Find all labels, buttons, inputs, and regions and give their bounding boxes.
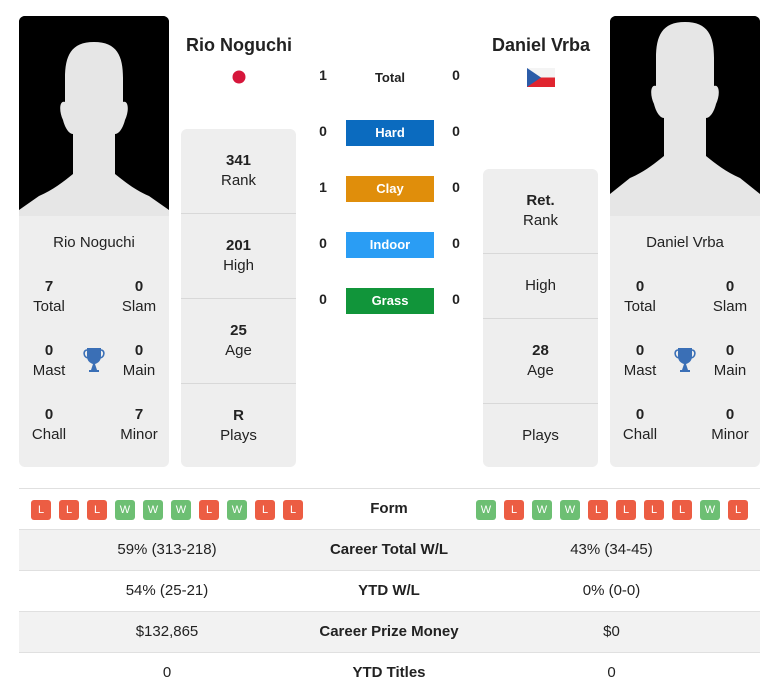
comparison-row-ytd-titles: 0 YTD Titles 0 [19, 652, 760, 693]
form-loss-badge[interactable]: L [588, 500, 608, 520]
player2-titles-total: 0 Total [624, 278, 656, 315]
form-loss-badge[interactable]: L [59, 500, 79, 520]
form-win-badge[interactable]: W [532, 500, 552, 520]
p1-prize-money: $132,865 [135, 623, 199, 640]
p2-prize-money: $0 [603, 623, 620, 640]
h2h-grass-p2: 0 [452, 291, 460, 307]
player1-titles-chall: 0 Chall [31, 406, 67, 443]
silhouette-icon [610, 16, 760, 216]
player2-form: WLWWLLLLWL [476, 500, 756, 520]
surface-clay-badge[interactable]: Clay [346, 176, 434, 202]
player1-titles-main: 0 Main [122, 342, 156, 379]
p1-ytd-wl: 54% (25-21) [125, 582, 209, 599]
form-row: LLLWWWLWLL Form WLWWLLLLWL [19, 488, 760, 529]
form-win-badge[interactable]: W [227, 500, 247, 520]
player1-stats: 341 Rank 201 High 25 Age R Plays [181, 129, 296, 467]
form-win-badge[interactable]: W [115, 500, 135, 520]
h2h-indoor-p1: 0 [319, 235, 327, 251]
player2-photo [610, 16, 760, 216]
form-loss-badge[interactable]: L [255, 500, 275, 520]
h2h-clay-p1: 1 [319, 179, 327, 195]
player2-titles-chall: 0 Chall [622, 406, 658, 443]
form-loss-badge[interactable]: L [644, 500, 664, 520]
p1-ytd-titles: 0 [162, 664, 172, 681]
player1-name[interactable]: Rio Noguchi [176, 35, 302, 56]
player1-titles-total: 7 Total [33, 278, 65, 315]
h2h-total-p2: 0 [452, 67, 460, 83]
player2-stat-rank: Ret. Rank [483, 169, 598, 254]
player2-name[interactable]: Daniel Vrba [478, 35, 604, 56]
p2-ytd-wl: 0% (0-0) [582, 582, 641, 599]
player2-titles-main: 0 Main [713, 342, 747, 379]
h2h-hard-p1: 0 [319, 123, 327, 139]
h2h-total-label: Total [374, 70, 406, 85]
czech-flag-icon [527, 68, 555, 87]
trophy-icon [674, 348, 696, 372]
ytd-wl-label: YTD W/L [358, 582, 420, 599]
form-win-badge[interactable]: W [143, 500, 163, 520]
comparison-row-career-wl: 59% (313-218) Career Total W/L 43% (34-4… [19, 529, 760, 570]
form-loss-badge[interactable]: L [283, 500, 303, 520]
trophy-icon [83, 348, 105, 372]
player2-card-name: Daniel Vrba [646, 234, 724, 251]
form-label: Form [370, 500, 408, 517]
surface-hard-badge[interactable]: Hard [346, 120, 434, 146]
player2-titles-slam: 0 Slam [712, 278, 748, 315]
silhouette-icon [19, 16, 169, 216]
h2h-grass-p1: 0 [319, 291, 327, 307]
form-loss-badge[interactable]: L [616, 500, 636, 520]
player2-stat-plays: Plays [522, 426, 559, 444]
form-loss-badge[interactable]: L [672, 500, 692, 520]
player1-stat-high: 201 High [181, 214, 296, 299]
player1-titles-mast: 0 Mast [32, 342, 66, 379]
form-win-badge[interactable]: W [560, 500, 580, 520]
p2-career-wl: 43% (34-45) [570, 541, 653, 558]
form-loss-badge[interactable]: L [87, 500, 107, 520]
form-loss-badge[interactable]: L [199, 500, 219, 520]
h2h-total-p1: 1 [319, 67, 327, 83]
player1-titles-slam: 0 Slam [121, 278, 157, 315]
player1-titles-minor: 7 Minor [120, 406, 158, 443]
surface-indoor-badge[interactable]: Indoor [346, 232, 434, 258]
surface-grass-badge[interactable]: Grass [346, 288, 434, 314]
player2-stat-high: High [483, 254, 598, 319]
player1-photo [19, 16, 169, 216]
comparison-row-ytd-wl: 54% (25-21) YTD W/L 0% (0-0) [19, 570, 760, 611]
ytd-titles-label: YTD Titles [352, 664, 426, 681]
form-win-badge[interactable]: W [476, 500, 496, 520]
prize-money-label: Career Prize Money [319, 623, 459, 640]
p1-career-wl: 59% (313-218) [117, 541, 217, 558]
comparison-row-prize-money: $132,865 Career Prize Money $0 [19, 611, 760, 652]
player1-card-name: Rio Noguchi [53, 234, 135, 251]
h2h-indoor-p2: 0 [452, 235, 460, 251]
player1-stat-plays: R Plays [220, 406, 257, 444]
player1-form: LLLWWWLWLL [31, 500, 311, 520]
japan-flag-icon [232, 70, 246, 84]
player1-stat-age: 25 Age [181, 299, 296, 384]
form-loss-badge[interactable]: L [504, 500, 524, 520]
p2-ytd-titles: 0 [607, 664, 616, 681]
form-win-badge[interactable]: W [171, 500, 191, 520]
player2-stats: Ret. Rank High 28 Age Plays [483, 169, 598, 467]
h2h-clay-p2: 0 [452, 179, 460, 195]
player2-titles-mast: 0 Mast [623, 342, 657, 379]
form-loss-badge[interactable]: L [728, 500, 748, 520]
player1-stat-rank: 341 Rank [181, 129, 296, 214]
career-wl-label: Career Total W/L [329, 541, 449, 558]
player2-stat-age: 28 Age [483, 319, 598, 404]
form-loss-badge[interactable]: L [31, 500, 51, 520]
h2h-hard-p2: 0 [452, 123, 460, 139]
player2-titles-minor: 0 Minor [711, 406, 749, 443]
form-win-badge[interactable]: W [700, 500, 720, 520]
